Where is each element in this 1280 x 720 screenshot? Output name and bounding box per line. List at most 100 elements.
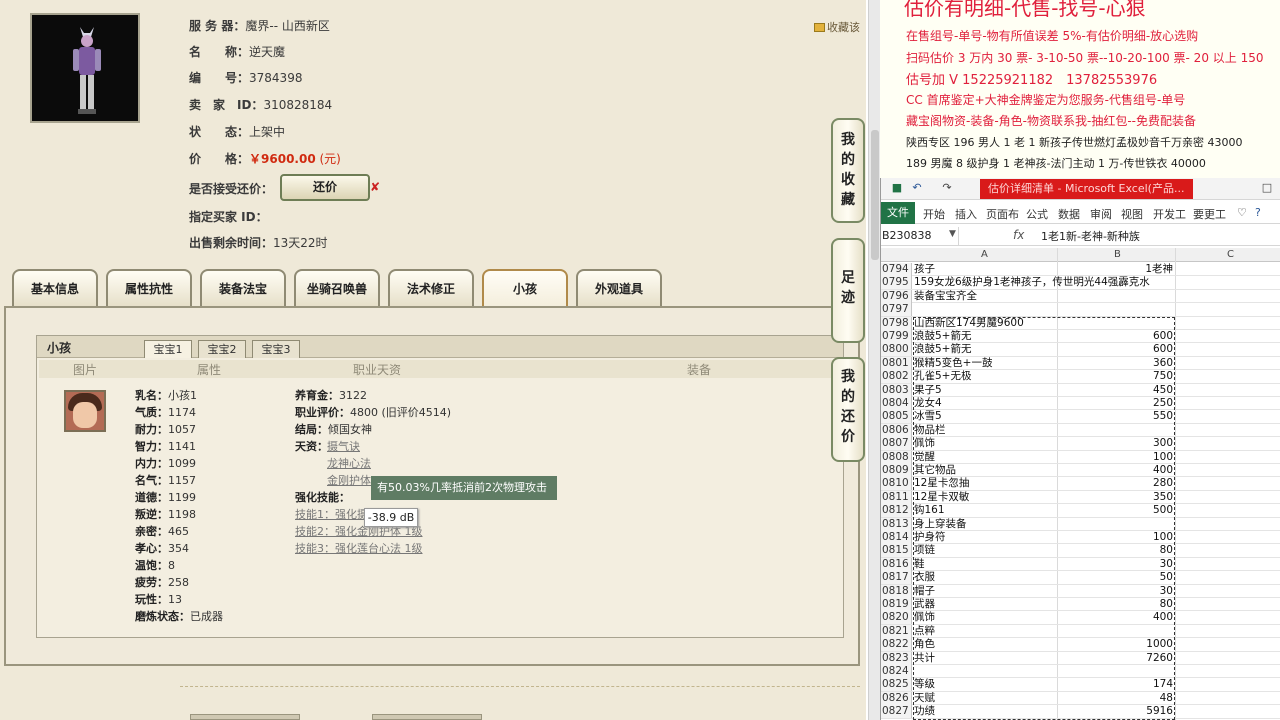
row-number[interactable]: 0799 [881, 330, 912, 343]
attr-label: 玩性： [135, 593, 168, 606]
row-number[interactable]: 0807 [881, 437, 912, 451]
row-number[interactable]: 0813 [881, 517, 912, 531]
excel-window: ■ ↶ ↷ 估价详细清单 - Microsoft Excel(产品... □ 文… [880, 178, 1280, 720]
ribbon-tab-formulas[interactable]: 公式 [1026, 206, 1048, 222]
function-icon[interactable]: fx [1013, 228, 1024, 242]
row-number[interactable]: 0809 [881, 464, 912, 477]
row-number[interactable]: 0806 [881, 423, 912, 437]
bargain-row: 是否接受还价： [189, 182, 274, 196]
row-number[interactable]: 0812 [881, 504, 912, 518]
row-number[interactable]: 0822 [881, 638, 912, 652]
maximize-icon[interactable]: □ [1261, 182, 1273, 194]
skill-3-link[interactable]: 技能3：强化莲台心法 1级 [295, 540, 423, 557]
row-number[interactable]: 0827 [881, 705, 912, 719]
promo-line-5: 藏宝阁物资-装备-角色-物资联系我-抽红包--免费配装备 [906, 114, 1196, 128]
row-number[interactable]: 0804 [881, 397, 912, 410]
tab-attributes[interactable]: 属性抗性 [106, 269, 192, 307]
scrollbar-thumb[interactable] [871, 130, 879, 260]
row-number[interactable]: 0814 [881, 531, 912, 544]
attr-label: 亲密： [135, 525, 168, 538]
child-portrait [64, 390, 106, 432]
sheet-row: 0797 [881, 303, 1280, 317]
row-number[interactable]: 0815 [881, 544, 912, 558]
row-number[interactable]: 0801 [881, 356, 912, 370]
ribbon-tab-data[interactable]: 数据 [1058, 206, 1080, 222]
add-favorite-link[interactable]: 收藏该 [814, 19, 860, 35]
tab-appearance[interactable]: 外观道具 [576, 269, 662, 307]
row-number[interactable]: 0805 [881, 410, 912, 424]
ribbon-tab-insert[interactable]: 插入 [955, 206, 977, 222]
undo-icon[interactable]: ↶ [911, 182, 923, 194]
ribbon-tab-view[interactable]: 视图 [1121, 206, 1143, 222]
col-header-c[interactable]: C [1227, 249, 1234, 260]
talent-1-link[interactable]: 摄气诀 [327, 438, 360, 455]
bargain-button[interactable]: 还价 [280, 174, 370, 201]
col-header-b[interactable]: B [1114, 249, 1121, 260]
child-attr-row: 磨炼状态：已成器 [135, 608, 223, 625]
my-favorites-button[interactable]: 我的收藏 [831, 118, 865, 223]
row-number[interactable]: 0819 [881, 598, 912, 611]
tab-equipment[interactable]: 装备法宝 [200, 269, 286, 307]
row-number[interactable]: 0826 [881, 691, 912, 705]
ribbon-tab-file[interactable]: 文件 [881, 202, 915, 224]
row-number[interactable]: 0820 [881, 611, 912, 625]
bottom-button-1[interactable] [190, 714, 300, 720]
ribbon-tab-page-layout[interactable]: 页面布 [986, 206, 1019, 222]
excel-titlebar: ■ ↶ ↷ 估价详细清单 - Microsoft Excel(产品... □ [881, 178, 1280, 200]
subtab-baby-1[interactable]: 宝宝1 [144, 340, 192, 358]
tab-child[interactable]: 小孩 [482, 269, 568, 307]
ribbon-tab-more[interactable]: 要更工 [1193, 206, 1226, 222]
browser-scrollbar[interactable] [868, 0, 880, 720]
save-icon[interactable]: ■ [891, 182, 903, 194]
attr-label: 乳名： [135, 389, 168, 402]
cell-a[interactable]: 159女龙6级护身1老神孩子，传世明光44强霹克水 [914, 276, 1150, 289]
child-attr-row: 气质：1174 [135, 404, 196, 421]
talent-3-link[interactable]: 金刚护体 [327, 472, 371, 489]
row-number[interactable]: 0798 [881, 316, 912, 330]
attr-label: 气质： [135, 406, 168, 419]
attr-value: 1198 [168, 508, 196, 521]
subtab-baby-2[interactable]: 宝宝2 [198, 340, 246, 358]
ribbon-tab-developer[interactable]: 开发工 [1153, 206, 1186, 222]
cell-a[interactable]: 装备宝宝齐全 [914, 290, 1054, 303]
collapse-ribbon-icon[interactable]: ♡ [1237, 206, 1247, 219]
row-number[interactable]: 0796 [881, 289, 912, 303]
row-number[interactable]: 0800 [881, 343, 912, 357]
cell-a[interactable]: 孩子 [914, 263, 1054, 276]
ribbon-tab-home[interactable]: 开始 [923, 206, 945, 222]
row-number[interactable]: 0795 [881, 276, 912, 290]
child-attr-row: 玩性：13 [135, 591, 182, 608]
tab-spells[interactable]: 法术修正 [388, 269, 474, 307]
row-number[interactable]: 0821 [881, 624, 912, 638]
talent-2-link[interactable]: 龙神心法 [327, 455, 371, 472]
cell-b[interactable]: 1老神 [1057, 263, 1173, 276]
formula-input[interactable]: 1老1新-老神-新种族 [1041, 228, 1140, 244]
row-number[interactable]: 0810 [881, 477, 912, 491]
row-number[interactable]: 0797 [881, 303, 912, 317]
ribbon-tab-review[interactable]: 审阅 [1090, 206, 1112, 222]
subtab-baby-3[interactable]: 宝宝3 [252, 340, 300, 358]
bottom-button-2[interactable] [372, 714, 482, 720]
row-number[interactable]: 0825 [881, 678, 912, 692]
row-number[interactable]: 0816 [881, 557, 912, 571]
close-icon[interactable]: ✘ [370, 180, 380, 194]
tab-basic-info[interactable]: 基本信息 [12, 269, 98, 307]
row-number[interactable]: 0817 [881, 571, 912, 585]
row-number[interactable]: 0818 [881, 584, 912, 598]
row-number[interactable]: 0823 [881, 651, 912, 665]
my-bargains-button[interactable]: 我的还价 [831, 357, 865, 462]
chevron-down-icon[interactable]: ▼ [949, 229, 956, 239]
col-header-a[interactable]: A [981, 249, 988, 260]
row-number[interactable]: 0802 [881, 370, 912, 384]
attr-value: 1157 [168, 474, 196, 487]
redo-icon[interactable]: ↷ [941, 182, 953, 194]
row-number[interactable]: 0803 [881, 383, 912, 397]
row-number[interactable]: 0794 [881, 263, 912, 276]
row-number[interactable]: 0824 [881, 665, 912, 678]
help-icon[interactable]: ? [1255, 206, 1261, 219]
row-number[interactable]: 0811 [881, 490, 912, 504]
name-box[interactable]: B230838 [881, 227, 959, 245]
footprints-button[interactable]: 足迹 [831, 238, 865, 343]
tab-mounts[interactable]: 坐骑召唤兽 [294, 269, 380, 307]
row-number[interactable]: 0808 [881, 450, 912, 464]
